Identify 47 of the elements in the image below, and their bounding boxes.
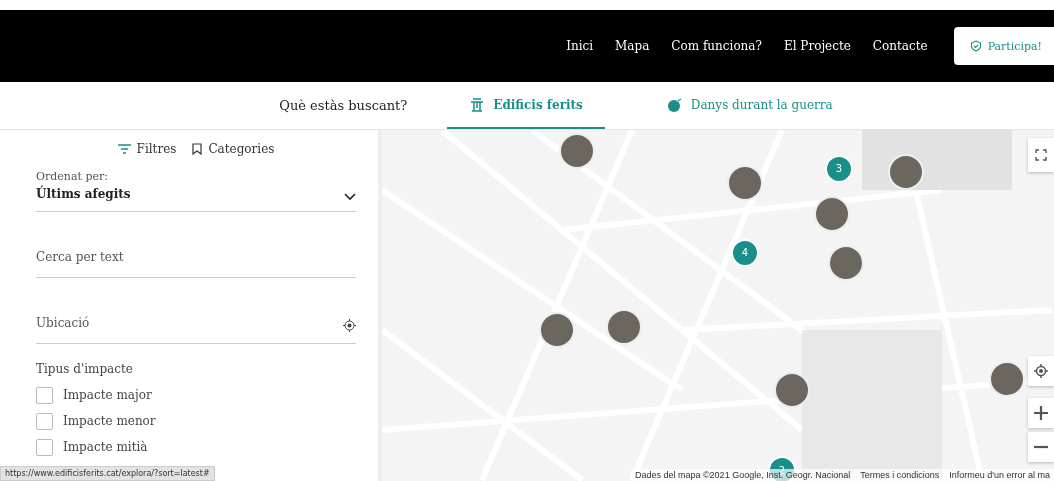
link-url-status: https://www.edificisferits.cat/explora/?sort=latest#	[0, 466, 215, 481]
building-icon	[469, 97, 486, 112]
cluster-marker[interactable]: 3	[824, 154, 853, 183]
photo-placeholder[interactable]	[538, 312, 575, 349]
checkbox-label: Impacte mitià	[63, 440, 148, 454]
map[interactable]: 3 4 2 Dades del mapa ©2021 Google, Inst. Geogr. Nacional Termes i condicions Informeu d'un error al ma	[382, 130, 1054, 481]
sort-label: Ordenat per:	[36, 170, 109, 183]
cluster-marker[interactable]: 4	[730, 238, 759, 267]
photo-placeholder[interactable]	[558, 133, 595, 170]
zoom-in-button[interactable]	[1028, 398, 1054, 428]
plus-icon	[1034, 406, 1048, 420]
crosshair-icon	[1034, 364, 1048, 378]
locate-icon	[343, 319, 356, 332]
checkbox[interactable]	[36, 438, 53, 456]
bomb-icon	[666, 97, 683, 112]
participate-button[interactable]: Participa!	[953, 27, 1054, 65]
fullscreen-icon	[1035, 149, 1047, 161]
nav-link[interactable]: Inici	[566, 39, 594, 53]
minus-icon	[1034, 445, 1048, 449]
check-shield-icon	[969, 40, 982, 52]
attribution-text[interactable]: Informeu d'un error al ma	[949, 470, 1050, 480]
attribution-text[interactable]: Termes i condicions	[860, 470, 940, 480]
filter-icon	[117, 144, 131, 154]
photo-placeholder[interactable]	[773, 371, 810, 408]
my-location-button[interactable]	[1028, 356, 1054, 386]
text-search-field[interactable]: Cerca per text	[36, 212, 356, 278]
location-field[interactable]: Ubicació	[36, 278, 356, 344]
sort-value: Últims afegits	[36, 187, 131, 201]
impact-type-title: Tipus d'impacte	[36, 362, 134, 376]
checkbox-label: Impacte major	[63, 388, 152, 402]
nav-link[interactable]: Mapa	[615, 39, 650, 53]
checkbox[interactable]	[36, 386, 53, 404]
zoom-out-button[interactable]	[1028, 432, 1054, 462]
bookmark-icon	[192, 143, 203, 155]
sidebar-tab[interactable]: Categories	[192, 142, 275, 156]
nav-link[interactable]: Com funciona?	[671, 39, 762, 53]
sort-dropdown[interactable]: Ordenat per: Últims afegits	[36, 170, 356, 212]
search-prompt: Què estàs buscant?	[279, 98, 408, 113]
nav-link[interactable]: Contacte	[872, 39, 928, 53]
sidebar-tab[interactable]: Filtres	[117, 142, 177, 156]
category-tab[interactable]: Danys durant la guerra	[644, 82, 855, 129]
nav-link[interactable]: El Projecte	[783, 39, 851, 53]
fullscreen-button[interactable]	[1028, 138, 1054, 172]
checkbox[interactable]	[36, 412, 53, 430]
chevron-down-icon	[344, 193, 356, 201]
checkbox-label: Impacte menor	[63, 414, 156, 428]
photo-placeholder[interactable]	[605, 308, 642, 345]
